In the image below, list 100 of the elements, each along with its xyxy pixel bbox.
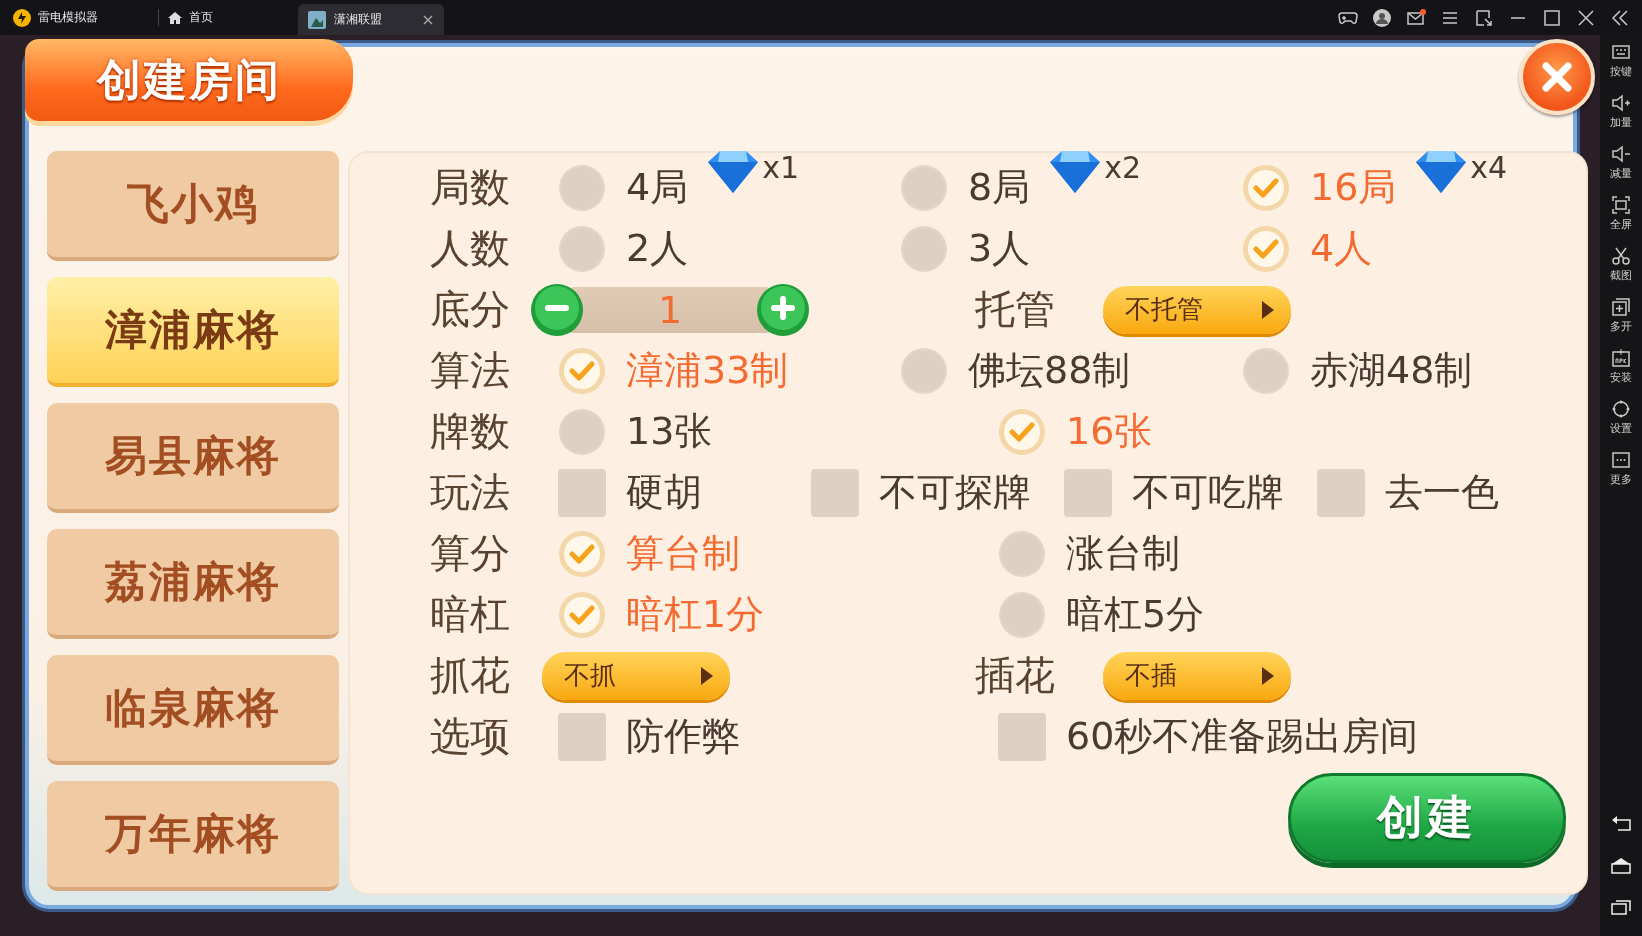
checkbox[interactable] [998,712,1046,761]
plus-button[interactable] [756,282,810,337]
radio-option[interactable]: 4局 [540,162,689,213]
radio-option[interactable]: 3人 [882,223,1224,274]
sidebar-tool-button[interactable]: 更多 [1610,449,1632,487]
radio-button[interactable] [1242,163,1290,212]
radio-option[interactable]: 涨台制 [980,528,1420,579]
setting-label: 算分 [430,529,511,578]
checkbox[interactable] [1064,468,1112,517]
game-mode-tab[interactable]: 临泉麻将 [47,655,339,765]
multi-window-icon [1610,296,1632,318]
option-label: 4人 [1310,225,1373,272]
radio-option[interactable]: 佛坛88制 [882,345,1224,396]
dropdown-button[interactable]: 不抓 [542,651,730,700]
checkbox-option[interactable]: 60秒不准备踢出房间 [980,711,1420,762]
setting-label: 选项 [430,712,511,761]
checkbox-option[interactable]: 不可吃牌 [1046,467,1299,518]
game-mode-tab[interactable]: 飞小鸡 [47,151,339,261]
option-label: 暗杠5分 [1066,591,1205,638]
sidebar-tool-button[interactable]: 按键 [1610,41,1632,79]
close-icon[interactable] [422,13,434,26]
recent-apps-icon[interactable] [1610,898,1632,916]
app-name: 雷电模拟器 [38,9,98,26]
radio-option[interactable]: 赤湖48制 [1224,345,1566,396]
radio-button[interactable] [900,224,948,273]
triangle-right-icon [1261,299,1275,320]
cost-label: x1 [762,150,800,185]
maximize-icon[interactable] [1542,7,1562,28]
setting-label: 人数 [430,224,511,273]
game-mode-tab[interactable]: 荔浦麻将 [47,529,339,639]
radio-button[interactable] [998,590,1046,639]
radio-button[interactable] [1242,224,1290,273]
radio-button[interactable] [558,346,606,395]
checkbox-option[interactable]: 硬胡 [540,467,793,518]
dropdown-button[interactable]: 不托管 [1103,285,1291,334]
checkbox-option[interactable]: 去一色 [1299,467,1552,518]
option-label: 佛坛88制 [968,347,1131,394]
sidebar-tool-button[interactable]: 安装 [1610,347,1632,385]
resize-icon[interactable] [1474,7,1494,28]
option-label: 3人 [968,225,1031,272]
game-mode-tab[interactable]: 易县麻将 [47,403,339,513]
sidebar-tool-button[interactable]: 全屏 [1610,194,1632,232]
option-label: 16张 [1066,408,1153,455]
app-tab[interactable]: 潇湘联盟 [298,4,444,35]
option-label: 漳浦33制 [626,347,789,394]
game-mode-tab[interactable]: 万年麻将 [47,781,339,891]
sidebar-tool-button[interactable]: 多开 [1610,296,1632,334]
back-icon[interactable] [1610,814,1632,832]
setting-label: 底分 [430,285,511,334]
radio-button[interactable] [1242,346,1290,395]
radio-button[interactable] [558,224,606,273]
radio-button[interactable] [900,163,948,212]
option-label: 13张 [626,408,713,455]
scissors-icon [1610,245,1632,267]
close-button[interactable] [1519,39,1595,115]
sidebar-tool-button[interactable]: 设置 [1610,398,1632,436]
radio-option[interactable]: 8局 [882,162,1031,213]
radio-button[interactable] [558,163,606,212]
option-label: 不可吃牌 [1132,469,1284,516]
sidebar-tool-button[interactable]: 截图 [1610,245,1632,283]
radio-option[interactable]: 13张 [540,406,980,457]
game-mode-tab[interactable]: 漳浦麻将 [47,277,339,387]
collapse-icon[interactable] [1610,7,1630,28]
cost-label: x4 [1470,150,1508,185]
radio-button[interactable] [998,407,1046,456]
radio-button[interactable] [558,590,606,639]
option-label: 8局 [968,164,1031,211]
option-label: 防作弊 [626,713,740,760]
option-label: 去一色 [1385,469,1499,516]
close-icon [1540,60,1574,94]
radio-button[interactable] [998,529,1046,578]
radio-button[interactable] [558,529,606,578]
radio-button[interactable] [558,407,606,456]
checkbox-option[interactable]: 防作弊 [540,711,980,762]
home-tab-label: 首页 [189,9,213,26]
volume-down-icon [1610,143,1632,165]
avatar-icon[interactable] [1372,7,1392,28]
option-label: 涨台制 [1066,530,1180,577]
radio-option[interactable]: 暗杠5分 [980,589,1420,640]
volume-up-icon [1610,92,1632,114]
checkbox-option[interactable]: 不可探牌 [793,467,1046,518]
sidebar-tool-button[interactable]: 减量 [1610,143,1632,181]
close-icon[interactable] [1576,7,1596,28]
app-logo[interactable]: 雷电模拟器 [0,0,158,35]
checkbox[interactable] [558,712,606,761]
home-icon [167,10,183,25]
radio-button[interactable] [900,346,948,395]
fullscreen-icon [1610,194,1632,216]
sidebar-tool-button[interactable]: 加量 [1610,92,1632,130]
dropdown-button[interactable]: 不插 [1103,651,1291,700]
home-icon[interactable] [1610,856,1632,874]
radio-option[interactable]: 2人 [540,223,882,274]
logo-icon [12,7,32,28]
option-label: 硬胡 [626,469,702,516]
minus-button[interactable] [530,282,584,337]
mail-icon[interactable] [1406,7,1426,28]
checkbox[interactable] [558,468,606,517]
checkbox[interactable] [1317,468,1365,517]
checkbox[interactable] [811,468,859,517]
option-label: 赤湖48制 [1310,347,1473,394]
